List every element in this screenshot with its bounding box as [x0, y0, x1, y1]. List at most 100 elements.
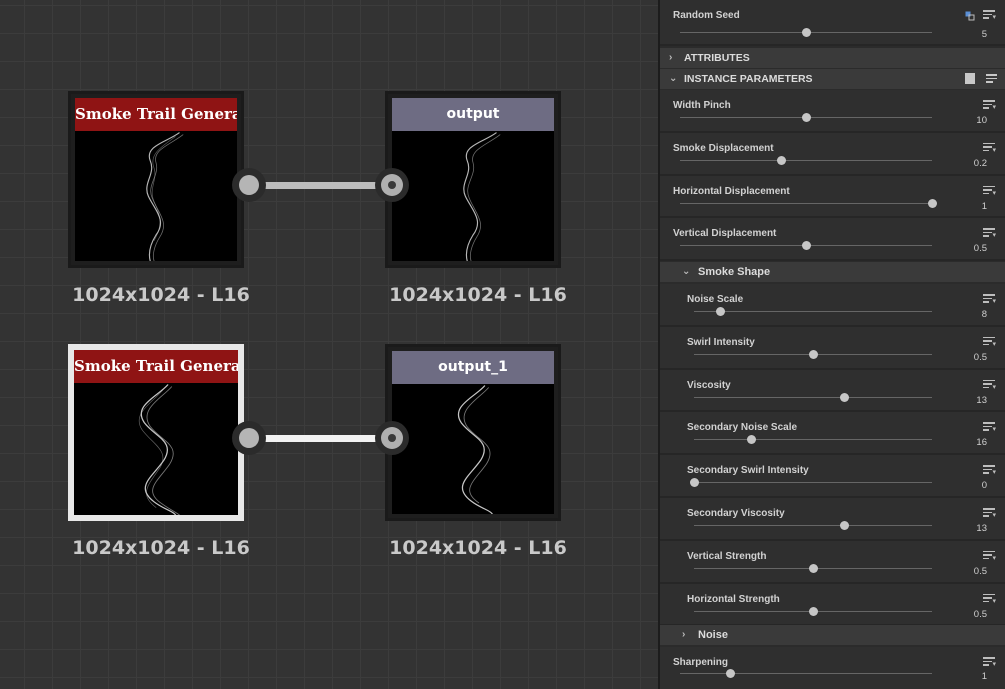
node-smoke-trail-generator-selected[interactable]: Smoke Trail Generator: [68, 344, 244, 521]
slider-track[interactable]: [694, 482, 932, 484]
param-menu-icon[interactable]: ▾: [983, 142, 996, 154]
graph-canvas[interactable]: Smoke Trail Generator 1024x1024 - L16 ou…: [0, 0, 658, 689]
connection-wire[interactable]: [258, 182, 384, 189]
input-port[interactable]: [375, 168, 409, 202]
param-menu-icon[interactable]: ▾: [983, 657, 996, 668]
slider-track[interactable]: [680, 673, 932, 674]
input-port[interactable]: [375, 421, 409, 455]
preset-icon[interactable]: [965, 73, 975, 84]
node-title: Smoke Trail Generator: [75, 98, 237, 131]
smoke-thumbnail: [463, 132, 501, 261]
node-resolution-label: 1024x1024 - L16: [72, 284, 250, 306]
section-instance-parameters[interactable]: ⌄ INSTANCE PARAMETERS: [660, 69, 1005, 89]
param-menu-icon[interactable]: ▾: [983, 379, 996, 391]
param-label: Horizontal Strength: [687, 593, 780, 605]
section-smoke-shape[interactable]: ⌄ Smoke Shape: [660, 262, 1005, 282]
param-label: Vertical Displacement: [673, 228, 777, 240]
node-smoke-trail-generator[interactable]: Smoke Trail Generator: [68, 91, 244, 268]
param-menu-icon[interactable]: ▾: [983, 185, 996, 197]
slider-knob[interactable]: [690, 478, 699, 488]
slider-knob[interactable]: [802, 241, 811, 251]
param-label: Horizontal Displacement: [673, 185, 790, 197]
properties-panel: Random Seed ▾ 5 › ATTRIBUTES ⌄ INSTANCE …: [658, 0, 1005, 689]
param-menu-icon[interactable]: ▾: [983, 100, 996, 111]
param-menu-icon[interactable]: ▾: [983, 593, 996, 605]
slider-knob[interactable]: [928, 198, 937, 208]
connection-wire[interactable]: [258, 435, 384, 442]
param-random-seed: Random Seed ▾ 5: [660, 0, 1005, 44]
node-thumbnail: [392, 384, 554, 514]
param-value: 0.5: [973, 243, 987, 255]
slider-track[interactable]: [680, 159, 932, 161]
param-row: Secondary Viscosity ▾ 13: [660, 498, 1005, 539]
section-menu-icon[interactable]: [986, 74, 997, 83]
param-row: Secondary Swirl Intensity ▾ 0: [660, 455, 1005, 496]
slider-track[interactable]: [694, 311, 932, 312]
output-port[interactable]: [232, 168, 266, 202]
param-value: 1: [981, 671, 987, 682]
section-noise[interactable]: › Noise: [660, 625, 1005, 645]
param-label: Noise Scale: [687, 294, 744, 305]
param-value: 0.5: [973, 565, 987, 577]
node-thumbnail: [74, 383, 238, 515]
node-title: Smoke Trail Generator: [74, 350, 238, 383]
node-output[interactable]: output: [385, 91, 561, 268]
param-row: Horizontal Strength ▾ 0.5: [660, 583, 1005, 625]
slider-knob[interactable]: [776, 155, 786, 165]
param-value: 0: [981, 480, 987, 492]
slider-knob[interactable]: [839, 392, 849, 402]
param-row: Noise Scale ▾ 8: [660, 284, 1005, 325]
chevron-down-icon[interactable]: ⌄: [669, 69, 677, 89]
chevron-right-icon[interactable]: ›: [682, 625, 685, 645]
param-menu-icon[interactable]: ▾: [983, 508, 996, 519]
slider-knob[interactable]: [809, 349, 818, 359]
param-value: 16: [976, 437, 987, 449]
param-value: 5: [981, 29, 987, 40]
slider-knob[interactable]: [716, 307, 726, 316]
param-value: 0.5: [973, 351, 987, 363]
node-resolution-label: 1024x1024 - L16: [72, 537, 250, 559]
slider-knob[interactable]: [809, 563, 818, 573]
chevron-down-icon[interactable]: ⌄: [682, 262, 690, 282]
param-menu-icon[interactable]: ▾: [983, 550, 996, 562]
slider-track[interactable]: [694, 525, 932, 526]
slider-knob[interactable]: [747, 435, 757, 445]
node-thumbnail: [392, 131, 554, 261]
node-title: output_1: [392, 351, 554, 384]
node-thumbnail: [75, 131, 237, 261]
slider-track[interactable]: [694, 396, 932, 398]
slider-track[interactable]: [680, 202, 932, 204]
param-label: Secondary Viscosity: [687, 508, 785, 519]
param-menu-icon[interactable]: ▾: [983, 10, 996, 21]
param-row: Secondary Noise Scale ▾ 16: [660, 412, 1005, 454]
param-label: Viscosity: [687, 379, 731, 391]
param-value: 1: [981, 200, 987, 212]
param-value: 0.2: [973, 157, 987, 169]
smoke-thumbnail: [139, 384, 180, 515]
param-menu-icon[interactable]: ▾: [983, 422, 996, 433]
param-menu-icon[interactable]: ▾: [983, 465, 996, 476]
slider-knob[interactable]: [802, 113, 811, 122]
slider-knob[interactable]: [802, 28, 811, 37]
node-resolution-label: 1024x1024 - L16: [389, 284, 567, 306]
output-port[interactable]: [232, 421, 266, 455]
param-menu-icon[interactable]: ▾: [983, 336, 996, 348]
slider-knob[interactable]: [839, 521, 849, 530]
param-row: Horizontal Displacement ▾ 1: [660, 175, 1005, 217]
node-title: output: [392, 98, 554, 131]
smoke-thumbnail: [146, 132, 184, 261]
param-label: Random Seed: [673, 10, 740, 21]
param-label: Width Pinch: [673, 100, 731, 111]
slider-knob[interactable]: [726, 669, 736, 678]
param-menu-icon[interactable]: ▾: [983, 294, 996, 305]
param-sharpening: Sharpening ▾ 1: [660, 647, 1005, 689]
param-label: Sharpening: [673, 657, 729, 668]
section-attributes[interactable]: › ATTRIBUTES: [660, 48, 1005, 68]
node-output-1[interactable]: output_1: [385, 344, 561, 521]
slider-knob[interactable]: [809, 606, 818, 616]
slider-track[interactable]: [694, 439, 932, 441]
chevron-right-icon[interactable]: ›: [669, 48, 672, 68]
param-row: Viscosity ▾ 13: [660, 369, 1005, 411]
random-seed-icon[interactable]: [965, 8, 975, 21]
param-menu-icon[interactable]: ▾: [983, 228, 996, 239]
